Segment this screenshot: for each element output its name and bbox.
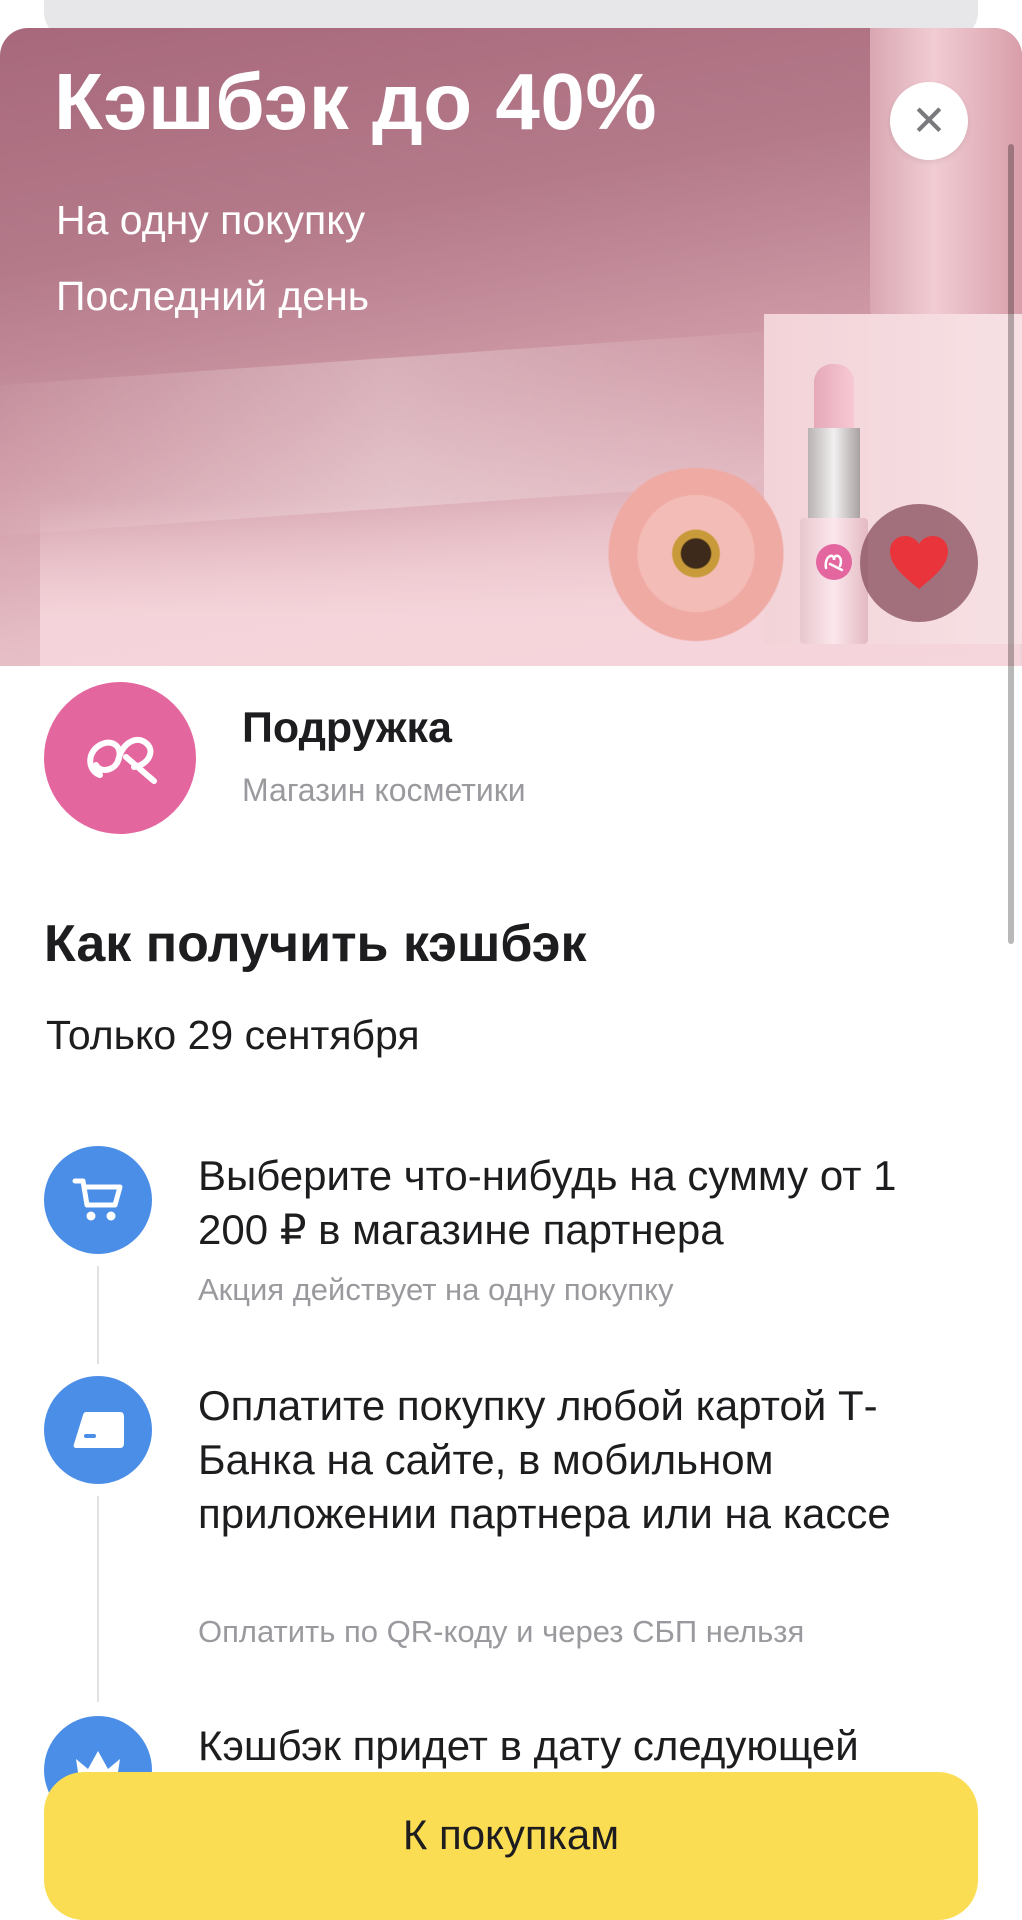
to-shopping-button[interactable]: К покупкам: [44, 1772, 978, 1920]
step-3-text: Кэшбэк придет в дату следующей: [198, 1722, 859, 1769]
offer-subtitle-deadline: Последний день: [56, 273, 370, 319]
lipstick-metal-image: [808, 428, 860, 524]
close-button[interactable]: ✕: [890, 82, 968, 160]
card-icon: [73, 1412, 124, 1448]
heart-icon: [890, 536, 948, 589]
step-1-note: Акция действует на одну покупку: [198, 1272, 674, 1307]
perfume-bottle-image: [870, 28, 1022, 328]
step-2-text: Оплатите покупку любой картой Т-Банка на…: [198, 1382, 891, 1537]
step-connector: [97, 1266, 99, 1364]
favorite-button[interactable]: [860, 504, 978, 622]
lipstick-tip-image: [814, 364, 854, 436]
shop-logo: [44, 682, 196, 834]
scrollbar[interactable]: [1008, 144, 1014, 944]
lipstick-body-image: [800, 518, 868, 644]
step-1-icon-circle: [44, 1146, 152, 1254]
lipstick-logo-icon: [816, 544, 852, 580]
offer-title: Кэшбэк до 40%: [54, 57, 657, 146]
step-1-text: Выберите что-нибудь на сумму от 1 200 ₽ …: [198, 1152, 897, 1253]
offer-date: Только 29 сентября: [46, 1012, 420, 1058]
cart-icon: [72, 1178, 123, 1221]
shop-name[interactable]: Подружка: [242, 704, 452, 753]
how-to-title: Как получить кэшбэк: [44, 915, 587, 973]
cashback-offer-screen: Кэшбэк до 40% На одну покупку Последний …: [0, 0, 1022, 1920]
close-icon: ✕: [911, 96, 947, 145]
shop-description: Магазин косметики: [242, 772, 526, 808]
step-connector: [97, 1496, 99, 1702]
podruzhka-logo-icon: [87, 736, 157, 784]
offer-subtitle-purchase: На одну покупку: [56, 197, 366, 243]
hero-banner: Кэшбэк до 40% На одну покупку Последний …: [0, 28, 1022, 666]
step-2-icon-circle: [44, 1376, 152, 1484]
step-2-note: Оплатить по QR-коду и через СБП нельзя: [198, 1614, 805, 1649]
flower-image: [596, 468, 796, 658]
